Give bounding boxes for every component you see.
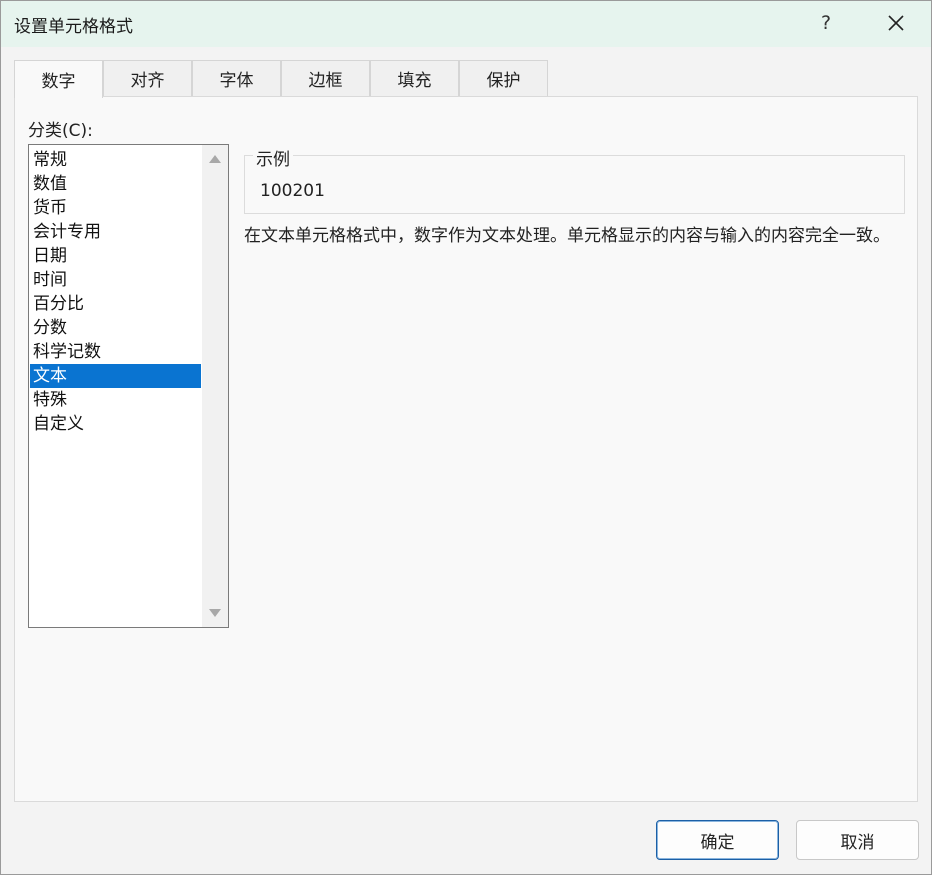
number-tab-panel: 分类(C): 常规 数值 货币 会计专用 日期 时间 百分比 分数 科学记数 文…: [14, 96, 918, 802]
format-description: 在文本单元格格式中，数字作为文本处理。单元格显示的内容与输入的内容完全一致。: [244, 226, 890, 246]
help-button[interactable]: ?: [807, 3, 845, 43]
sample-group-box: [244, 155, 905, 214]
category-label: 分类(C):: [28, 121, 93, 141]
tab-protection[interactable]: 保护: [459, 60, 548, 96]
category-item-time[interactable]: 时间: [30, 268, 201, 292]
ok-button[interactable]: 确定: [656, 820, 779, 860]
category-item-text[interactable]: 文本: [30, 364, 201, 388]
cancel-button[interactable]: 取消: [796, 820, 919, 860]
tab-fill[interactable]: 填充: [370, 60, 459, 96]
category-item-number[interactable]: 数值: [30, 172, 201, 196]
category-item-special[interactable]: 特殊: [30, 388, 201, 412]
dialog-title: 设置单元格格式: [14, 17, 133, 37]
category-item-scientific[interactable]: 科学记数: [30, 340, 201, 364]
tab-border[interactable]: 边框: [281, 60, 370, 96]
category-scrollbar[interactable]: [202, 145, 228, 627]
close-button[interactable]: [873, 3, 919, 43]
scroll-up-arrow-icon[interactable]: [209, 155, 221, 163]
category-item-percentage[interactable]: 百分比: [30, 292, 201, 316]
category-listbox[interactable]: 常规 数值 货币 会计专用 日期 时间 百分比 分数 科学记数 文本 特殊 自定…: [28, 144, 229, 628]
sample-legend: 示例: [253, 145, 293, 170]
close-icon: [888, 15, 904, 31]
category-item-accounting[interactable]: 会计专用: [30, 220, 201, 244]
category-item-fraction[interactable]: 分数: [30, 316, 201, 340]
category-item-date[interactable]: 日期: [30, 244, 201, 268]
tab-number[interactable]: 数字: [14, 60, 103, 98]
tab-font[interactable]: 字体: [192, 60, 281, 96]
category-item-currency[interactable]: 货币: [30, 196, 201, 220]
category-item-custom[interactable]: 自定义: [30, 412, 201, 436]
title-bar: 设置单元格格式 ?: [1, 1, 931, 47]
scroll-down-arrow-icon[interactable]: [209, 609, 221, 617]
category-item-general[interactable]: 常规: [30, 148, 201, 172]
format-cells-dialog: 设置单元格格式 ? 数字 对齐 字体 边框 填充 保护 分类(C): 常规 数值…: [0, 0, 932, 875]
sample-value: 100201: [260, 181, 325, 201]
tab-alignment[interactable]: 对齐: [103, 60, 192, 96]
